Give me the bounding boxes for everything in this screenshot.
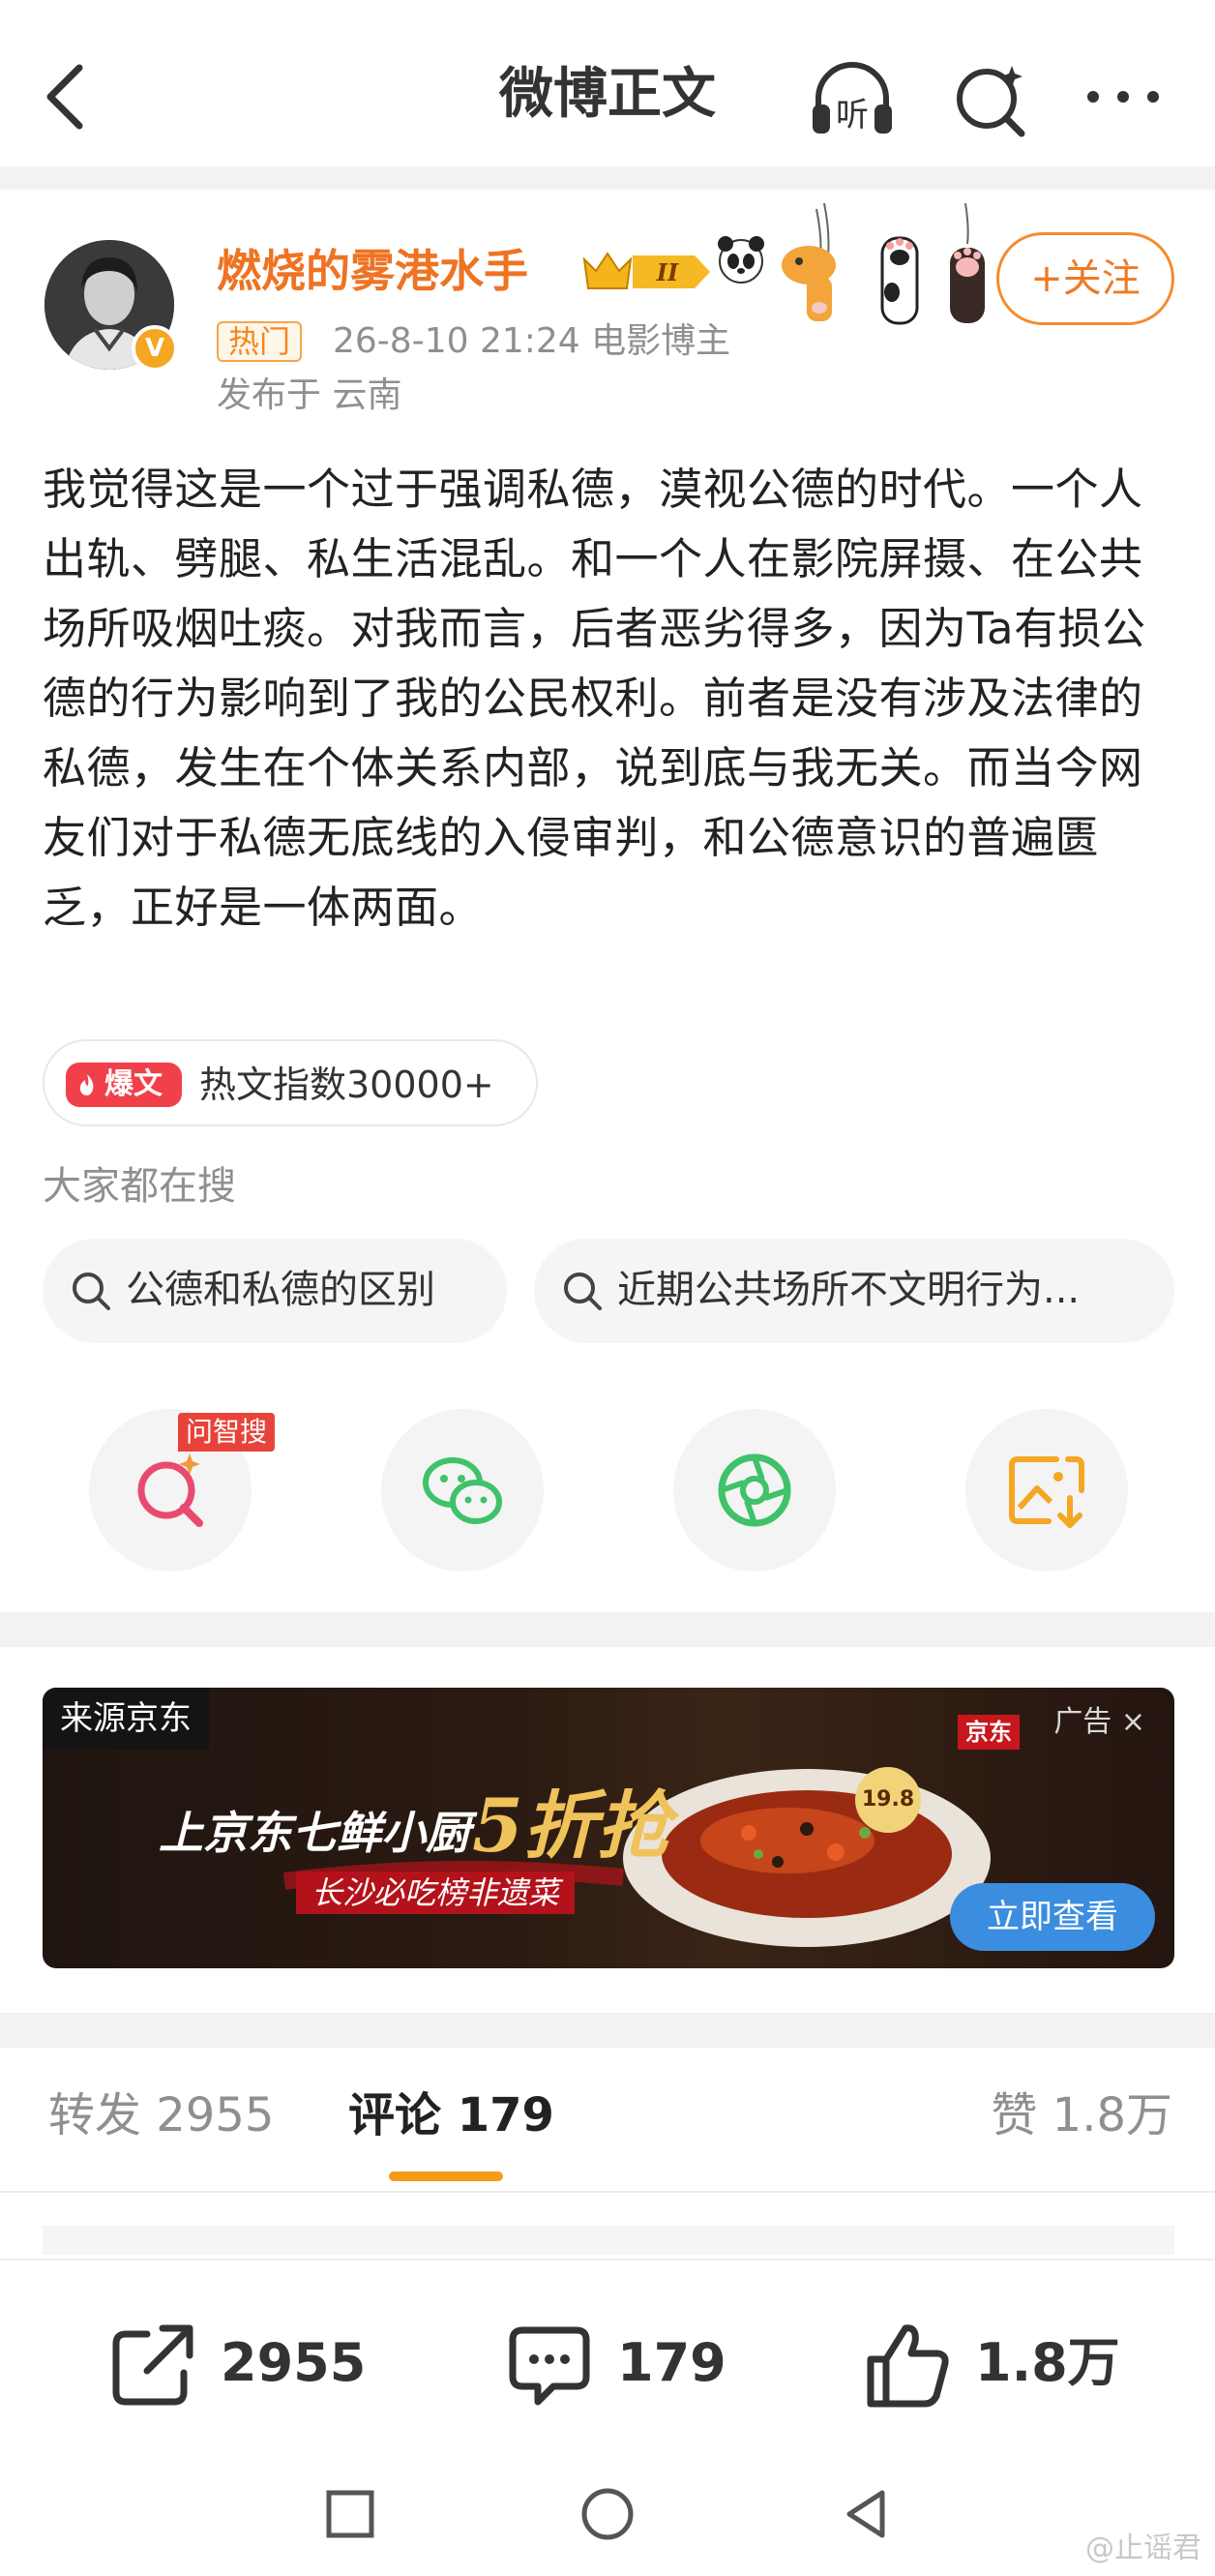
- comment-count: 179: [617, 2332, 726, 2393]
- home-icon[interactable]: [577, 2483, 638, 2545]
- svg-text:听: 听: [836, 96, 869, 135]
- orange-cat-paw-sticker-icon: [782, 202, 836, 321]
- ad-price-badge: 19.8: [855, 1767, 921, 1833]
- active-tab-indicator: [389, 2172, 503, 2181]
- post-location: 发布于 云南: [217, 375, 402, 415]
- section-divider: [0, 1612, 1215, 1647]
- ai-search-icon[interactable]: [948, 56, 1035, 143]
- ad-subline: 长沙必吃榜非遗菜: [296, 1872, 576, 1914]
- follow-button[interactable]: +关注: [996, 232, 1174, 325]
- save-image-icon: [1009, 1456, 1084, 1528]
- moments-icon: [718, 1453, 791, 1527]
- search-chip-label: 近期公共场所不文明行为...: [617, 1268, 1081, 1312]
- author-name[interactable]: 燃烧的雾港水手: [217, 242, 528, 300]
- post-meta: 26-8-10 21:24 电影博主: [333, 321, 731, 361]
- flame-icon: [79, 1074, 94, 1095]
- thumbs-up-icon: [867, 2324, 949, 2408]
- share-moments-button[interactable]: [673, 1409, 836, 1572]
- ad-source-label: 来源京东: [43, 1688, 209, 1750]
- ad-headline: 上京东七鲜小厨: [159, 1807, 470, 1859]
- wenzhisou-icon: [137, 1453, 203, 1527]
- repost-icon: [112, 2324, 193, 2406]
- ad-brand-logo: 京东: [958, 1715, 1020, 1750]
- share-wechat-button[interactable]: [381, 1409, 544, 1572]
- ad-view-now-button[interactable]: 立即查看: [950, 1883, 1155, 1951]
- like-count: 1.8万: [975, 2332, 1120, 2393]
- vip-crown-level-icon: II: [582, 252, 710, 289]
- svg-text:II: II: [656, 258, 679, 286]
- post-body-text: 我觉得这是一个过于强调私德，漠视公德的时代。一个人出轨、劈腿、私生活混乱。和一个…: [43, 464, 1146, 933]
- bottom-action-bar: 2955 179 1.8万: [0, 2259, 1215, 2452]
- wenzhisou-badge: 问智搜: [178, 1413, 275, 1452]
- search-suggest-title: 大家都在搜: [43, 1164, 236, 1209]
- comment-list-area: [43, 2226, 1174, 2255]
- search-suggest-chip[interactable]: 公德和私德的区别: [43, 1239, 507, 1343]
- comment-icon: [509, 2326, 590, 2406]
- tab-comment[interactable]: 评论 179: [348, 2081, 554, 2150]
- nav-back-icon[interactable]: [836, 2483, 898, 2545]
- calico-cat-paw-sticker-icon: [950, 202, 985, 323]
- search-icon: [73, 1273, 110, 1310]
- tab-like[interactable]: 赞 1.8万: [991, 2081, 1172, 2150]
- repost-button[interactable]: 2955: [108, 2321, 399, 2408]
- verified-badge-icon: V: [132, 325, 178, 372]
- top-app-bar: 微博正文 听: [0, 0, 1215, 166]
- hot-index-pill[interactable]: 爆文 热文指数30000+: [43, 1039, 538, 1126]
- section-divider: [0, 166, 1215, 190]
- search-suggest-chip[interactable]: 近期公共场所不文明行为...: [534, 1239, 1174, 1343]
- search-chip-label: 公德和私德的区别: [126, 1268, 435, 1312]
- tabs-divider: [0, 2191, 1215, 2193]
- tab-repost[interactable]: 转发 2955: [48, 2081, 274, 2150]
- hot-tag-badge: 热门: [217, 321, 303, 362]
- save-image-button[interactable]: [965, 1409, 1128, 1572]
- wechat-icon: [423, 1457, 502, 1524]
- ad-banner[interactable]: 来源京东 广告 × 京东 上京东七鲜小厨 5折抢 长沙必吃榜非遗菜 19.8 立…: [43, 1688, 1174, 1968]
- section-divider: [0, 2013, 1215, 2048]
- panda-sticker-icon: [718, 236, 764, 284]
- more-options-icon[interactable]: [1080, 56, 1167, 143]
- repost-count: 2955: [221, 2332, 367, 2393]
- watermark: @止谣君: [1085, 2531, 1201, 2565]
- ad-discount: 5折抢: [472, 1782, 670, 1869]
- recent-apps-icon[interactable]: [319, 2483, 381, 2545]
- comment-button[interactable]: 179: [505, 2321, 756, 2408]
- ad-close-label[interactable]: 广告 ×: [1053, 1703, 1145, 1742]
- baowen-badge: 爆文: [66, 1063, 182, 1107]
- listen-headphones-icon[interactable]: 听: [809, 56, 896, 143]
- cow-cat-paw-sticker-icon: [880, 236, 919, 325]
- search-icon: [564, 1273, 602, 1310]
- like-button[interactable]: 1.8万: [863, 2321, 1153, 2408]
- hot-index-text: 热文指数30000+: [199, 1063, 494, 1106]
